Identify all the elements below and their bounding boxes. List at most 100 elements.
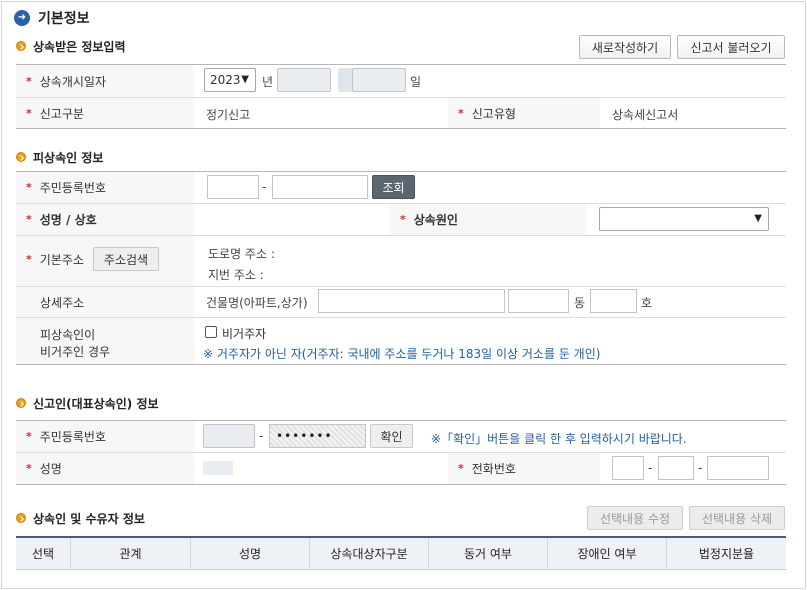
dong-input[interactable] bbox=[508, 289, 569, 313]
label-text: 성명 bbox=[39, 462, 62, 476]
dong-unit: 동 bbox=[574, 296, 586, 310]
report-type-label: * 신고구분 bbox=[26, 98, 84, 128]
rrn-separator: - bbox=[262, 180, 267, 194]
section-bullet-icon bbox=[16, 398, 26, 408]
chevron-down-icon: ▼ bbox=[754, 213, 762, 224]
nonresident-note: ※ 거주자가 아닌 자(거주자: 국내에 주소를 두거나 183일 이상 거소를… bbox=[203, 347, 601, 361]
nonresident-checkbox[interactable] bbox=[205, 326, 217, 338]
lookup-button[interactable]: 조회 bbox=[372, 175, 415, 199]
load-report-button[interactable]: 신고서 불러오기 bbox=[677, 35, 785, 59]
required-mark: * bbox=[26, 430, 32, 443]
inheritance-cause-label: * 상속원인 bbox=[400, 204, 458, 235]
section-bullet-icon bbox=[16, 41, 26, 51]
nonresident-label-2: 비거주인 경우 bbox=[40, 345, 111, 359]
decedent-rrn-front-input[interactable] bbox=[207, 175, 259, 199]
building-label: 건물명(아파트,상가) bbox=[206, 296, 308, 310]
label-text: 주민등록번호 bbox=[39, 181, 107, 195]
required-mark: * bbox=[400, 213, 406, 226]
required-mark: * bbox=[26, 74, 32, 88]
column-header-cohabitation[interactable]: 동거 여부 bbox=[429, 538, 548, 569]
decedent-rrn-back-input[interactable] bbox=[272, 175, 368, 199]
required-mark: * bbox=[458, 106, 464, 120]
start-date-label: * 상속개시일자 bbox=[26, 65, 106, 97]
required-mark: * bbox=[26, 181, 32, 194]
phone-area-input[interactable] bbox=[612, 456, 644, 480]
phone-separator: - bbox=[648, 461, 653, 475]
required-mark: * bbox=[26, 106, 32, 120]
required-mark: * bbox=[26, 462, 32, 475]
phone-last-input[interactable] bbox=[707, 456, 769, 480]
delete-selected-button[interactable]: 선택내용 삭제 bbox=[689, 506, 785, 530]
building-input[interactable] bbox=[318, 289, 505, 313]
page-title: 기본정보 bbox=[38, 11, 90, 27]
section-decedent: 피상속인 정보 bbox=[16, 148, 103, 166]
new-write-button[interactable]: 새로작성하기 bbox=[579, 35, 671, 59]
day-unit: 일 bbox=[410, 75, 422, 89]
report-type-value: 정기신고 bbox=[206, 108, 251, 122]
page-header: ➜ 기본정보 bbox=[14, 8, 90, 28]
section-bullet-icon bbox=[16, 152, 26, 162]
day-input[interactable] bbox=[352, 68, 406, 92]
required-mark: * bbox=[458, 462, 464, 475]
section-bullet-icon bbox=[16, 513, 26, 523]
road-address: 도로명 주소 : bbox=[208, 247, 275, 261]
column-header-relation[interactable]: 관계 bbox=[71, 538, 191, 569]
row-divider bbox=[16, 364, 786, 365]
year-value: 2023 bbox=[210, 73, 241, 87]
column-header-select[interactable]: 선택 bbox=[16, 538, 71, 569]
report-kind-value: 상속세신고서 bbox=[612, 108, 679, 122]
decedent-name-label: * 성명 / 상호 bbox=[26, 204, 97, 235]
column-header-heir-type[interactable]: 상속대상자구분 bbox=[310, 538, 429, 569]
label-text: 기본주소 bbox=[39, 252, 84, 267]
section-title: 신고인(대표상속인) 정보 bbox=[33, 396, 159, 411]
ho-unit: 호 bbox=[641, 296, 653, 310]
phone-middle-input[interactable] bbox=[658, 456, 694, 480]
label-text: 성명 / 상호 bbox=[39, 213, 97, 227]
column-header-name[interactable]: 성명 bbox=[191, 538, 310, 569]
heirs-table-header: 선택 관계 성명 상속대상자구분 동거 여부 장애인 여부 법정지분율 bbox=[16, 536, 786, 570]
section-title: 피상속인 정보 bbox=[33, 150, 104, 165]
reporter-rrn-back-input[interactable]: ••••••• bbox=[269, 424, 366, 448]
lot-address: 지번 주소 : bbox=[208, 268, 264, 282]
month-input[interactable] bbox=[277, 68, 331, 92]
report-kind-label: * 신고유형 bbox=[458, 98, 516, 128]
label-text: 전화번호 bbox=[471, 462, 516, 476]
confirm-button[interactable]: 확인 bbox=[370, 424, 413, 448]
arrow-right-circle-icon: ➜ bbox=[14, 10, 30, 26]
detail-address-label: 상세주소 bbox=[40, 287, 84, 317]
label-text: 상세주소 bbox=[40, 295, 85, 310]
section-reporter: 신고인(대표상속인) 정보 bbox=[16, 394, 159, 412]
phone-label: * 전화번호 bbox=[458, 453, 516, 484]
reporter-name-label: * 성명 bbox=[26, 453, 62, 484]
rrn-separator: - bbox=[259, 429, 264, 443]
label-text: 주민등록번호 bbox=[39, 430, 107, 444]
ho-input[interactable] bbox=[590, 289, 637, 313]
year-select[interactable]: 2023 ▼ bbox=[204, 68, 256, 92]
label-text: 상속원인 bbox=[413, 213, 458, 227]
label-text: 상속개시일자 bbox=[39, 74, 107, 89]
column-header-disability[interactable]: 장애인 여부 bbox=[548, 538, 667, 569]
section-title: 상속받은 정보입력 bbox=[33, 39, 126, 54]
decedent-rrn-label: * 주민등록번호 bbox=[26, 172, 106, 203]
section-heirs: 상속인 및 수유자 정보 bbox=[16, 509, 145, 527]
inheritance-cause-select[interactable]: ▼ bbox=[599, 207, 769, 231]
nonresident-label-1: 피상속인이 bbox=[40, 328, 96, 342]
label-text: 신고구분 bbox=[39, 106, 84, 121]
row-divider bbox=[16, 484, 786, 485]
section-heir-input: 상속받은 정보입력 bbox=[16, 37, 126, 55]
row-divider bbox=[16, 128, 786, 129]
required-mark: * bbox=[26, 213, 32, 226]
reporter-rrn-front-input[interactable] bbox=[203, 424, 255, 448]
required-mark: * bbox=[26, 252, 32, 266]
phone-separator: - bbox=[698, 461, 703, 475]
reporter-name-value bbox=[203, 461, 233, 475]
nonresident-check-label: 비거주자 bbox=[222, 327, 267, 341]
address-search-button[interactable]: 주소검색 bbox=[93, 247, 159, 271]
section-title: 상속인 및 수유자 정보 bbox=[33, 511, 145, 526]
reporter-rrn-label: * 주민등록번호 bbox=[26, 421, 106, 452]
base-address-label: * 기본주소 bbox=[26, 236, 84, 282]
label-text: 신고유형 bbox=[471, 106, 516, 121]
column-header-legal-share[interactable]: 법정지분율 bbox=[667, 538, 786, 569]
edit-selected-button[interactable]: 선택내용 수정 bbox=[587, 506, 683, 530]
month-separator bbox=[338, 68, 352, 92]
